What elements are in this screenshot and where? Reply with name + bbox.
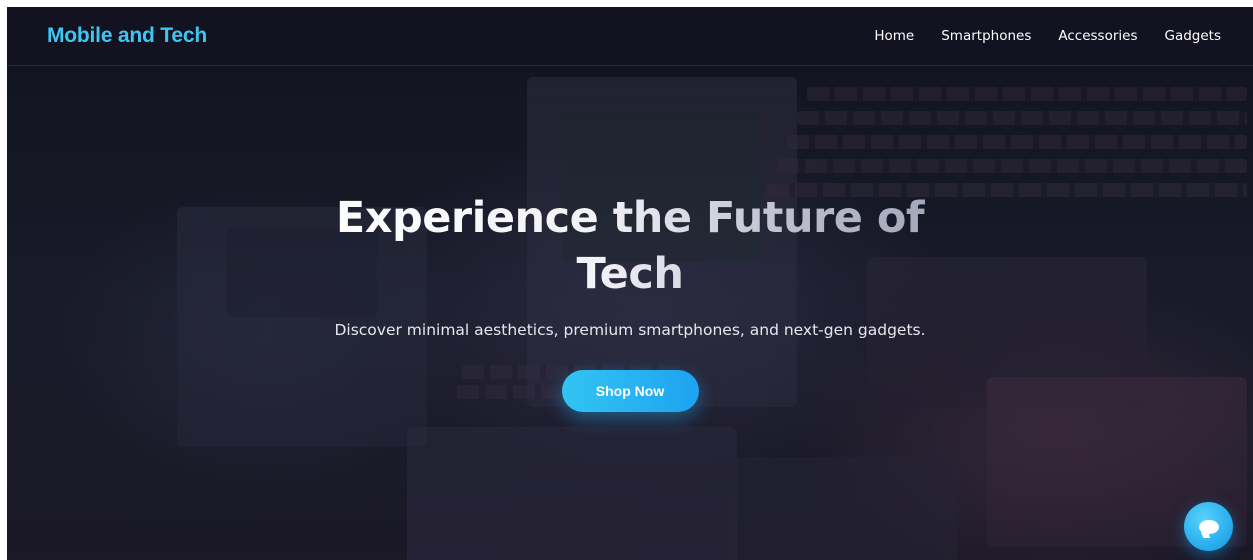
chat-bubble-icon <box>1198 519 1219 534</box>
brand-logo[interactable]: Mobile and Tech <box>47 24 207 48</box>
top-navbar: Mobile and Tech Home Smartphones Accesso… <box>7 7 1253 66</box>
nav-links: Home Smartphones Accessories Gadgets <box>874 28 1221 44</box>
nav-link-gadgets[interactable]: Gadgets <box>1164 28 1221 44</box>
hero-subtitle: Discover minimal aesthetics, premium sma… <box>334 321 926 339</box>
hero-section: Experience the Future of Tech Discover m… <box>7 66 1253 560</box>
nav-link-home[interactable]: Home <box>874 28 914 44</box>
nav-link-accessories[interactable]: Accessories <box>1058 28 1137 44</box>
page-frame: Mobile and Tech Home Smartphones Accesso… <box>7 7 1253 560</box>
shop-now-button[interactable]: Shop Now <box>561 370 699 412</box>
nav-link-smartphones[interactable]: Smartphones <box>941 28 1031 44</box>
chat-button[interactable] <box>1184 502 1233 551</box>
hero-title: Experience the Future of Tech <box>290 190 970 302</box>
